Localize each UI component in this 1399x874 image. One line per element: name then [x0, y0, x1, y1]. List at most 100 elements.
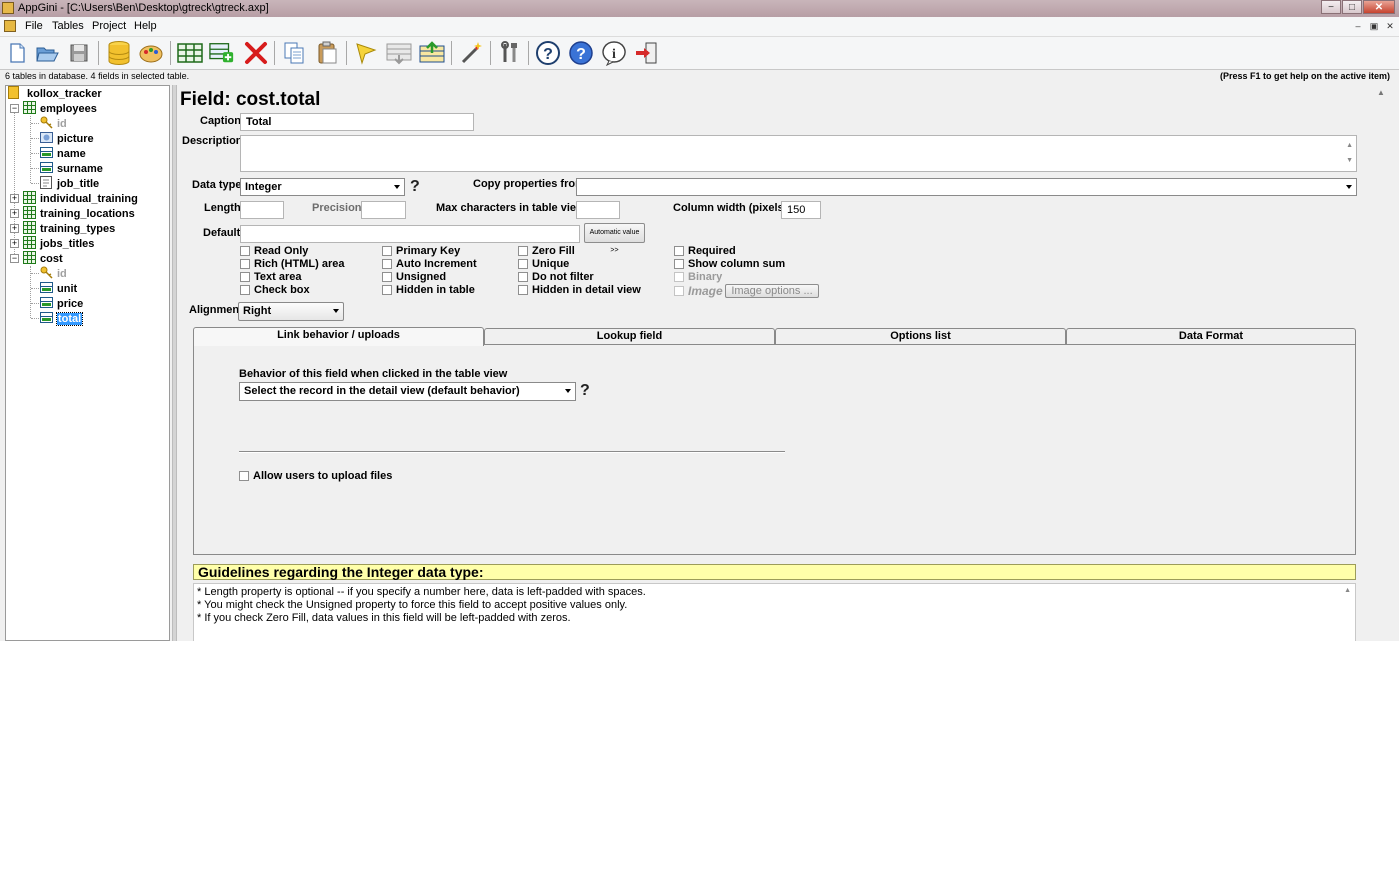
info-icon[interactable]: i	[601, 40, 627, 66]
move-up-icon[interactable]	[419, 40, 445, 66]
menu-file[interactable]: File	[25, 20, 43, 32]
checkbox-box[interactable]	[382, 285, 392, 295]
checkbox-box[interactable]	[240, 259, 250, 269]
tree-field-cost-unit[interactable]: unit	[40, 281, 77, 296]
checkbox-box[interactable]	[240, 272, 250, 282]
exit-icon[interactable]	[634, 40, 660, 66]
checkbox-box[interactable]	[382, 259, 392, 269]
tree-field-cost-total[interactable]: total	[40, 311, 84, 326]
checkbox-hidden-in-detail-view[interactable]: Hidden in detail view	[518, 284, 641, 296]
checkbox-box[interactable]	[240, 246, 250, 256]
tree-field-employees-name[interactable]: name	[40, 146, 86, 161]
checkbox-box[interactable]	[518, 259, 528, 269]
tree-field-employees-id[interactable]: id	[40, 116, 67, 131]
tree-table-training-locations[interactable]: training_locations	[23, 206, 135, 221]
checkbox-box[interactable]	[518, 285, 528, 295]
tab-data-format[interactable]: Data Format	[1066, 328, 1356, 345]
scroll-up-arrow[interactable]: ▲	[1344, 587, 1351, 594]
expand-toggle-employees[interactable]: −	[10, 104, 19, 113]
scroll-up-arrow[interactable]: ▲	[1377, 88, 1385, 97]
checkbox-required[interactable]: Required	[674, 245, 736, 257]
length-input[interactable]	[240, 201, 284, 219]
scroll-down-arrow[interactable]: ▼	[1346, 153, 1353, 169]
alignment-select[interactable]: Right	[238, 302, 344, 321]
new-project-icon[interactable]	[4, 40, 30, 66]
project-tree[interactable]: kollox_tracker − employees id picture na…	[5, 85, 170, 641]
checkbox-show-column-sum[interactable]: Show column sum	[674, 258, 785, 270]
expand-toggle-training-locations[interactable]: +	[10, 209, 19, 218]
checkbox-allow-upload[interactable]: Allow users to upload files	[239, 470, 392, 482]
highlight-icon[interactable]	[353, 40, 379, 66]
checkbox-box[interactable]	[239, 471, 249, 481]
checkbox-box[interactable]	[382, 246, 392, 256]
maximize-button[interactable]: □	[1342, 0, 1362, 14]
expand-toggle-training-types[interactable]: +	[10, 224, 19, 233]
checkbox-box[interactable]	[240, 285, 250, 295]
tree-table-training-types[interactable]: training_types	[23, 221, 115, 236]
tree-table-cost[interactable]: cost	[23, 251, 63, 266]
checkbox-box[interactable]	[674, 259, 684, 269]
tree-table-individual-training[interactable]: individual_training	[23, 191, 138, 206]
checkbox-text-area[interactable]: Text area	[240, 271, 302, 283]
help-blue-icon[interactable]: ?	[568, 40, 594, 66]
paste-icon[interactable]	[314, 40, 340, 66]
tree-root[interactable]: kollox_tracker	[8, 86, 102, 101]
mdi-close-button[interactable]: ✕	[1383, 20, 1397, 32]
copy-properties-select[interactable]	[576, 178, 1357, 196]
document-icon[interactable]	[4, 20, 16, 32]
automatic-value-button[interactable]: Automatic value >>	[584, 223, 645, 254]
tools-icon[interactable]	[497, 40, 523, 66]
mdi-minimize-button[interactable]: –	[1351, 20, 1365, 32]
column-width-input[interactable]: 150	[781, 201, 821, 219]
open-project-icon[interactable]	[34, 40, 60, 66]
tree-table-jobs-titles[interactable]: jobs_titles	[23, 236, 94, 251]
tree-field-employees-job-title[interactable]: job_title	[40, 176, 99, 191]
tree-table-employees[interactable]: employees	[23, 101, 97, 116]
checkbox-box[interactable]	[518, 272, 528, 282]
checkbox-check-box[interactable]: Check box	[240, 284, 310, 296]
checkbox-unique[interactable]: Unique	[518, 258, 569, 270]
checkbox-box[interactable]	[382, 272, 392, 282]
menu-tables[interactable]: Tables	[52, 20, 84, 32]
add-table-icon[interactable]	[177, 40, 203, 66]
menu-project[interactable]: Project	[92, 20, 126, 32]
tree-field-employees-surname[interactable]: surname	[40, 161, 103, 176]
max-characters-input[interactable]	[576, 201, 620, 219]
caption-input[interactable]: Total	[240, 113, 474, 131]
move-down-icon[interactable]	[386, 40, 412, 66]
database-icon[interactable]	[106, 40, 132, 66]
minimize-button[interactable]: −	[1321, 0, 1341, 14]
save-project-icon[interactable]	[66, 40, 92, 66]
datatype-help-icon[interactable]: ?	[410, 178, 420, 196]
checkbox-hidden-in-table[interactable]: Hidden in table	[382, 284, 475, 296]
behavior-help-icon[interactable]: ?	[580, 382, 590, 400]
delete-icon[interactable]	[243, 40, 269, 66]
description-input[interactable]: ▲ ▼	[240, 135, 1357, 172]
expand-toggle-individual-training[interactable]: +	[10, 194, 19, 203]
datatype-select[interactable]: Integer	[240, 178, 405, 196]
tab-link-behavior-uploads[interactable]: Link behavior / uploads	[193, 327, 484, 346]
tab-lookup-field[interactable]: Lookup field	[484, 328, 775, 345]
checkbox-box[interactable]	[518, 246, 528, 256]
mdi-restore-button[interactable]: ▣	[1367, 20, 1381, 32]
checkbox-rich-html-area[interactable]: Rich (HTML) area	[240, 258, 344, 270]
behavior-select[interactable]: Select the record in the detail view (de…	[239, 382, 576, 401]
tree-field-employees-picture[interactable]: picture	[40, 131, 94, 146]
default-input[interactable]	[240, 225, 580, 243]
add-field-icon[interactable]	[209, 40, 235, 66]
checkbox-auto-increment[interactable]: Auto Increment	[382, 258, 477, 270]
checkbox-do-not-filter[interactable]: Do not filter	[518, 271, 594, 283]
themes-palette-icon[interactable]	[138, 40, 164, 66]
copy-icon[interactable]	[281, 40, 307, 66]
checkbox-unsigned[interactable]: Unsigned	[382, 271, 446, 283]
precision-input[interactable]	[361, 201, 406, 219]
checkbox-zero-fill[interactable]: Zero Fill	[518, 245, 575, 257]
magic-wand-icon[interactable]	[458, 40, 484, 66]
checkbox-box[interactable]	[674, 246, 684, 256]
tree-field-cost-price[interactable]: price	[40, 296, 83, 311]
help-icon[interactable]: ?	[535, 40, 561, 66]
close-button[interactable]: ✕	[1363, 0, 1395, 14]
tree-field-cost-id[interactable]: id	[40, 266, 67, 281]
scroll-up-arrow[interactable]: ▲	[1346, 138, 1353, 154]
main-scrollbar[interactable]: ▲	[1375, 85, 1387, 641]
